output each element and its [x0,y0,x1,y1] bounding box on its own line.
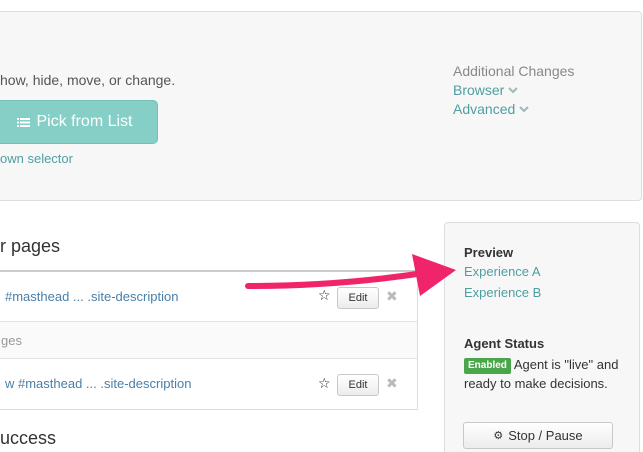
group-label: ges [1,333,22,348]
edit-button[interactable]: Edit [337,287,379,309]
additional-changes-title: Additional Changes [453,63,575,79]
list-item: w #masthead ... .site-description ☆ Edit… [0,359,417,410]
pick-from-list-button[interactable]: Pick from List [0,100,158,144]
advanced-link[interactable]: Advanced [453,100,574,119]
sidebar-panel: Preview Experience A Experience B Agent … [444,222,640,452]
selector-link[interactable]: #masthead ... .site-description [5,289,178,304]
stop-pause-button[interactable]: ⚙ Stop / Pause [463,422,613,449]
enabled-badge: Enabled [464,358,511,374]
selector-link[interactable]: w #masthead ... .site-description [5,376,191,391]
stop-pause-label: Stop / Pause [508,428,583,443]
agent-status-heading: Agent Status [464,336,545,351]
pick-from-list-label: Pick from List [36,113,133,130]
experience-b-link[interactable]: Experience B [464,285,541,300]
own-selector-link[interactable]: own selector [0,151,73,166]
experience-a-link[interactable]: Experience A [464,264,541,279]
changes-list: #masthead ... .site-description ☆ Edit ✖… [0,270,418,410]
list-icon [17,117,31,128]
remove-icon[interactable]: ✖ [386,375,398,392]
browser-link[interactable]: Browser [453,81,574,100]
chevron-down-icon [519,106,529,113]
list-item: #masthead ... .site-description ☆ Edit ✖ [0,272,417,322]
preview-heading: Preview [464,245,514,260]
success-section-title: uccess [0,428,57,448]
agent-status-text: Enabled Agent is "live" and ready to mak… [464,355,634,393]
browser-link-label: Browser [453,82,505,98]
star-icon[interactable]: ☆ [318,375,331,392]
gear-icon: ⚙ [493,430,504,442]
remove-icon[interactable]: ✖ [386,288,398,305]
instruction-text: how, hide, move, or change. [0,72,176,88]
star-icon[interactable]: ☆ [318,287,331,304]
list-item: ges [0,322,417,359]
chevron-down-icon [508,87,519,94]
additional-changes: Additional Changes Browser Advanced [453,62,574,119]
pages-section-title: r pages [0,236,61,256]
advanced-link-label: Advanced [453,101,516,117]
edit-button[interactable]: Edit [337,374,379,396]
